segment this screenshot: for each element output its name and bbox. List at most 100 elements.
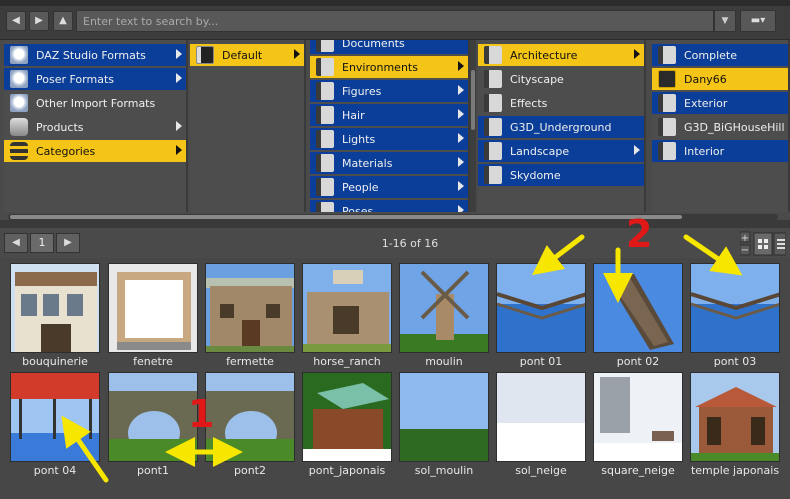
- tree-item-label: Poser Formats: [36, 72, 114, 86]
- chevron-down-icon: ▼: [721, 16, 729, 26]
- tree-item[interactable]: Documents: [310, 40, 468, 54]
- chevron-right-icon: [458, 85, 464, 95]
- tree-item[interactable]: Skydome: [478, 164, 644, 186]
- tree-item[interactable]: People: [310, 176, 468, 198]
- asset-thumbnail[interactable]: [690, 372, 780, 462]
- tree-item[interactable]: Lights: [310, 128, 468, 150]
- search-input[interactable]: Enter text to search by...: [76, 10, 714, 32]
- tree-item[interactable]: Interior: [652, 140, 788, 162]
- asset-label[interactable]: pont_japonais: [297, 464, 397, 477]
- tree-item-label: G3D_Underground: [510, 120, 612, 134]
- grid-view-icon: [753, 232, 773, 256]
- pager-bar: ◀ 1 ▶ 1-16 of 16 + −: [0, 228, 790, 258]
- asset-label[interactable]: pont 03: [685, 355, 785, 368]
- document-icon: [316, 40, 334, 52]
- asset-thumbnail[interactable]: [496, 263, 586, 353]
- arrow-left-icon: ◀: [12, 15, 20, 26]
- chevron-right-icon: [176, 73, 182, 83]
- asset-label[interactable]: pont 01: [491, 355, 591, 368]
- asset-label[interactable]: pont2: [200, 464, 300, 477]
- asset-label[interactable]: horse_ranch: [297, 355, 397, 368]
- scrollbar-thumb[interactable]: [10, 215, 682, 219]
- tree-item[interactable]: Default: [190, 44, 304, 66]
- database-icon: [10, 118, 28, 136]
- tree-item[interactable]: Dany66: [652, 68, 788, 90]
- tree-item[interactable]: Exterior: [652, 92, 788, 114]
- asset-label[interactable]: temple japonais: [685, 464, 785, 477]
- asset-thumbnail[interactable]: [593, 372, 683, 462]
- tree-item[interactable]: Environments: [310, 56, 468, 78]
- chevron-right-icon: [458, 181, 464, 191]
- tree-item[interactable]: Hair: [310, 104, 468, 126]
- asset-thumbnail[interactable]: [205, 263, 295, 353]
- asset-thumbnail[interactable]: [10, 372, 100, 462]
- asset-thumbnail[interactable]: [496, 372, 586, 462]
- asset-thumbnail[interactable]: [302, 372, 392, 462]
- asset-label[interactable]: pont1: [103, 464, 203, 477]
- asset-thumbnail[interactable]: [108, 372, 198, 462]
- search-dropdown-button[interactable]: ▼: [714, 10, 736, 32]
- tree-item-label: Landscape: [510, 144, 570, 158]
- tree-item[interactable]: Architecture: [478, 44, 644, 66]
- title-strip: [0, 0, 790, 6]
- tree-item[interactable]: G3D_Underground: [478, 116, 644, 138]
- asset-label[interactable]: pont 02: [588, 355, 688, 368]
- column-sources: DAZ Studio Formats Poser Formats Other Imp…: [4, 40, 188, 212]
- asset-thumbnail[interactable]: [10, 263, 100, 353]
- thumbnail-image: [303, 373, 391, 461]
- tree-item[interactable]: Products: [4, 116, 186, 138]
- asset-label[interactable]: square_neige: [588, 464, 688, 477]
- annotation-number-2: 2: [626, 212, 653, 256]
- forward-button[interactable]: ▶: [29, 11, 49, 31]
- tree-item[interactable]: Effects: [478, 92, 644, 114]
- tree-item[interactable]: Poser Formats: [4, 68, 186, 90]
- chevron-right-icon: [176, 145, 182, 155]
- thumbnail-image: [691, 264, 779, 352]
- annotation-number-1: 1: [188, 392, 215, 436]
- asset-label[interactable]: sol_moulin: [394, 464, 494, 477]
- tree-item[interactable]: DAZ Studio Formats: [4, 44, 186, 66]
- tree-item[interactable]: Figures: [310, 80, 468, 102]
- asset-label[interactable]: fenetre: [103, 355, 203, 368]
- asset-thumbnail[interactable]: [108, 263, 198, 353]
- asset-label[interactable]: pont 04: [5, 464, 105, 477]
- asset-thumbnail[interactable]: [399, 372, 489, 462]
- tree-item[interactable]: Landscape: [478, 140, 644, 162]
- thumbnail-image: [400, 264, 488, 352]
- view-mode-controls[interactable]: + −: [740, 231, 786, 257]
- tree-item-label: Figures: [342, 84, 382, 98]
- folder-dark-icon: [196, 46, 214, 64]
- asset-thumbnail[interactable]: [399, 263, 489, 353]
- column-scrollbar[interactable]: [470, 40, 476, 212]
- up-button[interactable]: ▲: [53, 11, 73, 31]
- asset-thumbnail[interactable]: [302, 263, 392, 353]
- panel-splitter[interactable]: [0, 220, 790, 228]
- tree-item[interactable]: Other Import Formats: [4, 92, 186, 114]
- back-button[interactable]: ◀: [6, 11, 26, 31]
- asset-thumbnail[interactable]: [205, 372, 295, 462]
- scrollbar-thumb[interactable]: [471, 70, 475, 130]
- tree-item-label: Environments: [342, 60, 418, 74]
- document-icon: [316, 178, 334, 196]
- asset-label[interactable]: fermette: [200, 355, 300, 368]
- tree-item[interactable]: Materials: [310, 152, 468, 174]
- database-icon: [10, 142, 28, 160]
- tree-item-label: Dany66: [684, 72, 727, 86]
- tree-item[interactable]: Cityscape: [478, 68, 644, 90]
- arrow-right-icon: ▶: [35, 15, 43, 26]
- asset-label[interactable]: bouquinerie: [5, 355, 105, 368]
- chevron-right-icon: [634, 145, 640, 155]
- folder-menu-button[interactable]: ▬▾: [740, 10, 776, 32]
- tree-item[interactable]: Categories: [4, 140, 186, 162]
- tree-item[interactable]: Poses: [310, 200, 468, 212]
- tree-item[interactable]: G3D_BiGHouseHill: [652, 116, 788, 138]
- asset-label[interactable]: moulin: [394, 355, 494, 368]
- asset-thumbnail[interactable]: [593, 263, 683, 353]
- chevron-right-icon: [294, 49, 300, 59]
- document-icon: [658, 118, 676, 136]
- tree-item[interactable]: Complete: [652, 44, 788, 66]
- tree-item-label: Default: [222, 48, 263, 62]
- asset-label[interactable]: sol_neige: [491, 464, 591, 477]
- asset-thumbnail[interactable]: [690, 263, 780, 353]
- thumbnail-image: [11, 264, 99, 352]
